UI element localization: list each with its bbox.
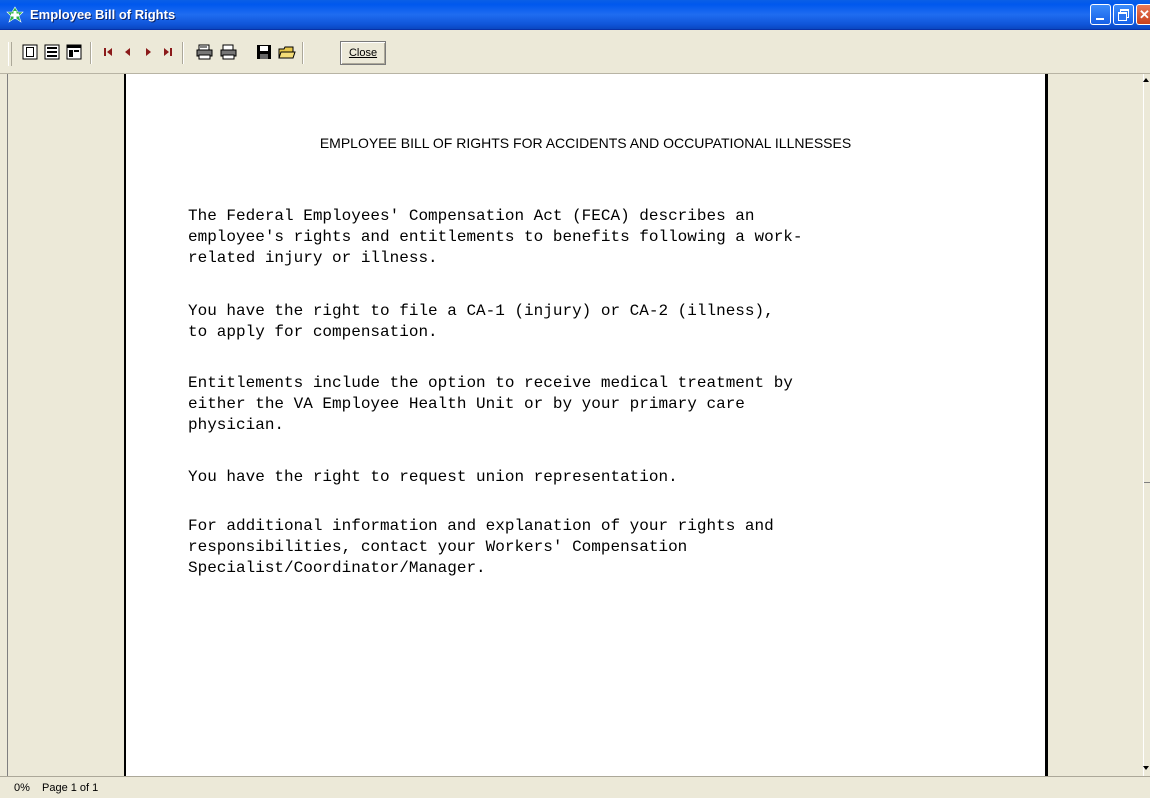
close-button[interactable]: Close xyxy=(340,41,386,65)
zoom-status: 0% xyxy=(14,782,30,794)
minimize-icon xyxy=(1096,18,1104,20)
toggle-tree-icon[interactable] xyxy=(66,44,82,60)
last-page-icon[interactable] xyxy=(160,44,176,60)
window-title: Employee Bill of Rights xyxy=(30,7,176,22)
paragraph-feca: The Federal Employees' Compensation Act … xyxy=(188,207,803,267)
prev-page-icon[interactable] xyxy=(120,44,136,60)
toolbar-separator xyxy=(302,42,304,64)
print-icon[interactable] xyxy=(220,44,237,60)
title-bar[interactable]: Employee Bill of Rights ✕ xyxy=(0,0,1150,30)
print-setup-icon[interactable] xyxy=(196,44,213,60)
restore-icon-front xyxy=(1118,12,1127,21)
save-icon[interactable] xyxy=(256,44,272,60)
toolbar-separator xyxy=(90,42,92,64)
scroll-down-arrow-icon[interactable] xyxy=(1143,766,1149,770)
minimize-button[interactable] xyxy=(1090,4,1111,25)
paragraph-additional-info: For additional information and explanati… xyxy=(188,517,774,577)
report-viewer[interactable]: EMPLOYEE BILL OF RIGHTS FOR ACCIDENTS AN… xyxy=(7,74,1143,776)
vertical-scrollbar[interactable] xyxy=(1143,74,1150,776)
multi-page-view-icon[interactable] xyxy=(44,44,60,60)
paragraph-union: You have the right to request union repr… xyxy=(188,468,678,486)
first-page-icon[interactable] xyxy=(100,44,116,60)
toolbar-separator xyxy=(182,42,184,64)
close-window-button[interactable]: ✕ xyxy=(1136,4,1150,25)
toolbar-grip[interactable] xyxy=(8,42,12,66)
paragraph-medical-treatment: Entitlements include the option to recei… xyxy=(188,374,793,434)
scroll-thumb[interactable] xyxy=(1144,482,1150,483)
scroll-up-arrow-icon[interactable] xyxy=(1143,78,1149,82)
report-page: EMPLOYEE BILL OF RIGHTS FOR ACCIDENTS AN… xyxy=(124,74,1048,776)
page-status: Page 1 of 1 xyxy=(42,782,99,794)
status-bar: 0% Page 1 of 1 xyxy=(0,776,1150,798)
close-icon: ✕ xyxy=(1139,7,1150,22)
app-cross-icon xyxy=(6,5,24,24)
single-page-view-icon[interactable] xyxy=(22,44,38,60)
paragraph-file-claim: You have the right to file a CA-1 (injur… xyxy=(188,302,774,341)
toolbar: Close xyxy=(0,30,1150,74)
document-title: EMPLOYEE BILL OF RIGHTS FOR ACCIDENTS AN… xyxy=(319,135,852,151)
next-page-icon[interactable] xyxy=(140,44,156,60)
restore-button[interactable] xyxy=(1113,4,1134,25)
open-icon[interactable] xyxy=(278,44,296,60)
